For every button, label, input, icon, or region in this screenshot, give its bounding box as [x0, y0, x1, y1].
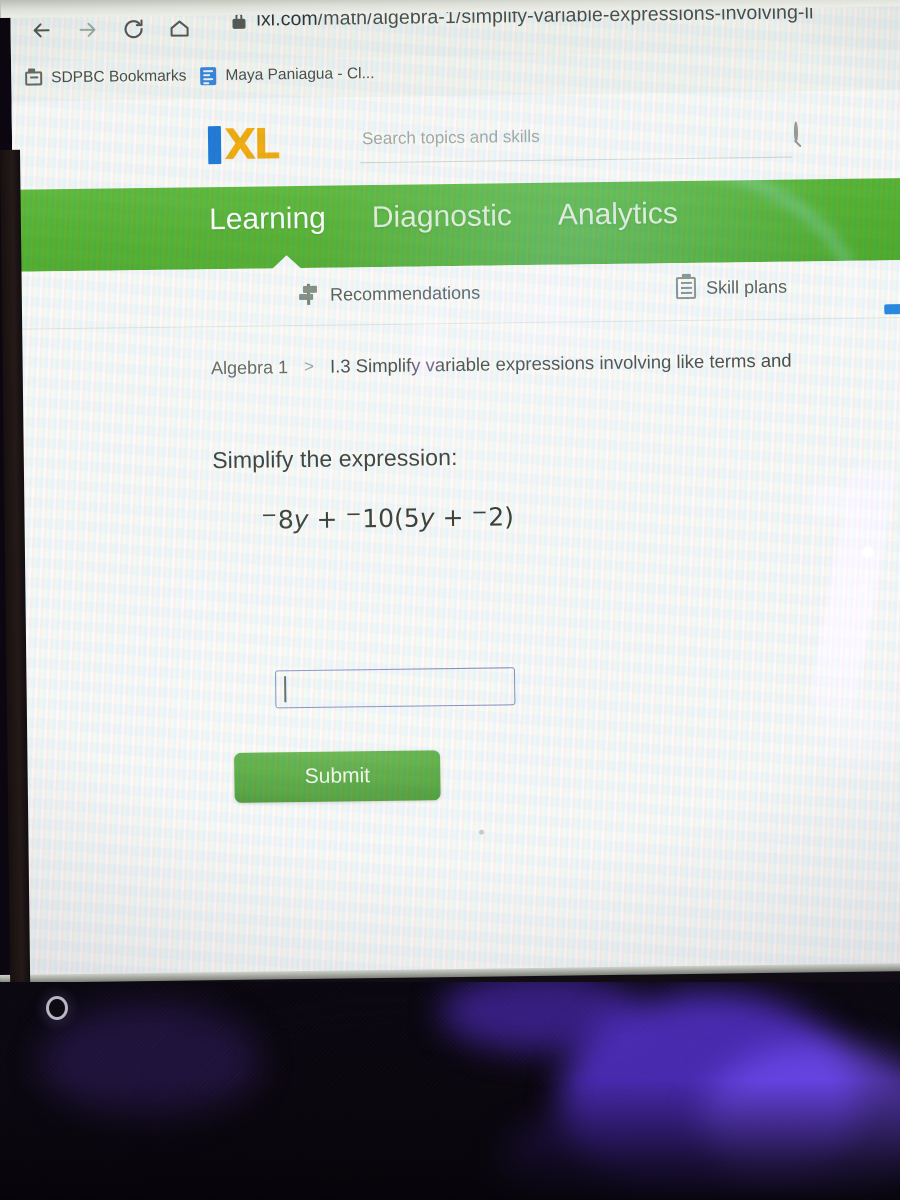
search-underline: [360, 156, 793, 164]
bookmark-label: SDPBC Bookmarks: [51, 67, 187, 87]
search-button[interactable]: [793, 121, 799, 143]
bookmarks-bar: SDPBC Bookmarks Maya Paniagua - Cl...: [25, 65, 375, 88]
subnav-label: Recommendations: [329, 282, 481, 305]
browser-nav-buttons: [28, 15, 192, 43]
photo-of-laptop-screen: ixl.com/math/algebra-1/simplify-variable…: [0, 0, 900, 1200]
page-artifact-dot: [479, 829, 485, 835]
led-bead-violet: [860, 630, 869, 639]
clipboard-icon: [675, 276, 697, 300]
subnav-item-recommendations[interactable]: Recommendations: [298, 282, 480, 306]
variable: y: [293, 504, 309, 535]
ixl-site-header: XL Search topics and skills: [11, 90, 900, 190]
document-icon: [200, 67, 217, 86]
signpost-icon: [298, 283, 320, 306]
operator: +: [316, 504, 338, 534]
tab-diagnostic[interactable]: Diagnostic: [372, 199, 513, 235]
led-bead-pink: [859, 582, 869, 592]
webcam-icon: [46, 996, 68, 1020]
breadcrumb-skill: I.3 Simplify variable expressions involv…: [329, 349, 792, 377]
bookmark-maya-paniagua[interactable]: Maya Paniagua - Cl...: [200, 65, 375, 86]
web-page-content: XL Search topics and skills Learning Dia…: [11, 90, 900, 978]
coefficient: 8: [277, 505, 294, 535]
logo-xl-text: XL: [223, 119, 278, 169]
side-feedback-tab[interactable]: [884, 304, 900, 315]
question-prompt: Simplify the expression:: [212, 443, 458, 474]
subnav-item-skill-plans[interactable]: Skill plans: [675, 276, 788, 300]
breadcrumb-separator: >: [303, 356, 315, 376]
back-arrow-icon[interactable]: [28, 17, 54, 43]
neg-sign: −: [471, 500, 488, 524]
tab-analytics[interactable]: Analytics: [558, 197, 678, 233]
dark-background-scene: [0, 982, 900, 1200]
neg-sign: −: [345, 502, 362, 526]
math-expression: −8y + −10(5y + −2): [260, 500, 515, 535]
breadcrumb-course[interactable]: Algebra 1: [211, 357, 288, 379]
text-cursor: [284, 676, 286, 703]
home-icon[interactable]: [166, 15, 192, 41]
led-bead-magenta: [863, 606, 874, 617]
ixl-logo[interactable]: XL: [207, 119, 278, 169]
breadcrumb: Algebra 1 > I.3 Simplify variable expres…: [211, 350, 792, 380]
answer-input[interactable]: [274, 667, 516, 709]
paren-open: (: [393, 503, 405, 533]
forward-arrow-icon[interactable]: [74, 17, 100, 43]
paren-close: ): [503, 502, 515, 532]
search-icon: [793, 121, 799, 143]
subnav-label: Skill plans: [705, 276, 788, 298]
neg-sign: −: [260, 503, 278, 527]
reload-icon[interactable]: [120, 16, 146, 42]
variable: y: [419, 503, 435, 533]
operator: +: [442, 502, 464, 533]
coefficient: 10: [362, 503, 395, 534]
main-navigation-bar: Learning Diagnostic Analytics: [12, 178, 900, 272]
laptop-screen: ixl.com/math/algebra-1/simplify-variable…: [0, 0, 900, 990]
logo-i-bar: [207, 126, 222, 165]
bottom-darkening: [0, 1080, 900, 1200]
inner-coefficient: 5: [403, 503, 420, 533]
constant: 2: [488, 502, 505, 532]
question-block: Simplify the expression: −8y + −10(5y + …: [212, 443, 514, 535]
sub-navigation-bar: Recommendations Skill plans: [13, 260, 900, 330]
search-placeholder: Search topics and skills: [361, 126, 540, 149]
bookmark-sdpbc[interactable]: SDPBC Bookmarks: [25, 67, 187, 87]
search-field[interactable]: Search topics and skills: [360, 121, 820, 164]
tab-learning[interactable]: Learning: [209, 202, 326, 238]
led-bead-white: [862, 546, 874, 558]
bookmark-label: Maya Paniagua - Cl...: [225, 65, 375, 84]
folder-icon: [25, 71, 43, 86]
submit-button[interactable]: Submit: [234, 750, 441, 803]
